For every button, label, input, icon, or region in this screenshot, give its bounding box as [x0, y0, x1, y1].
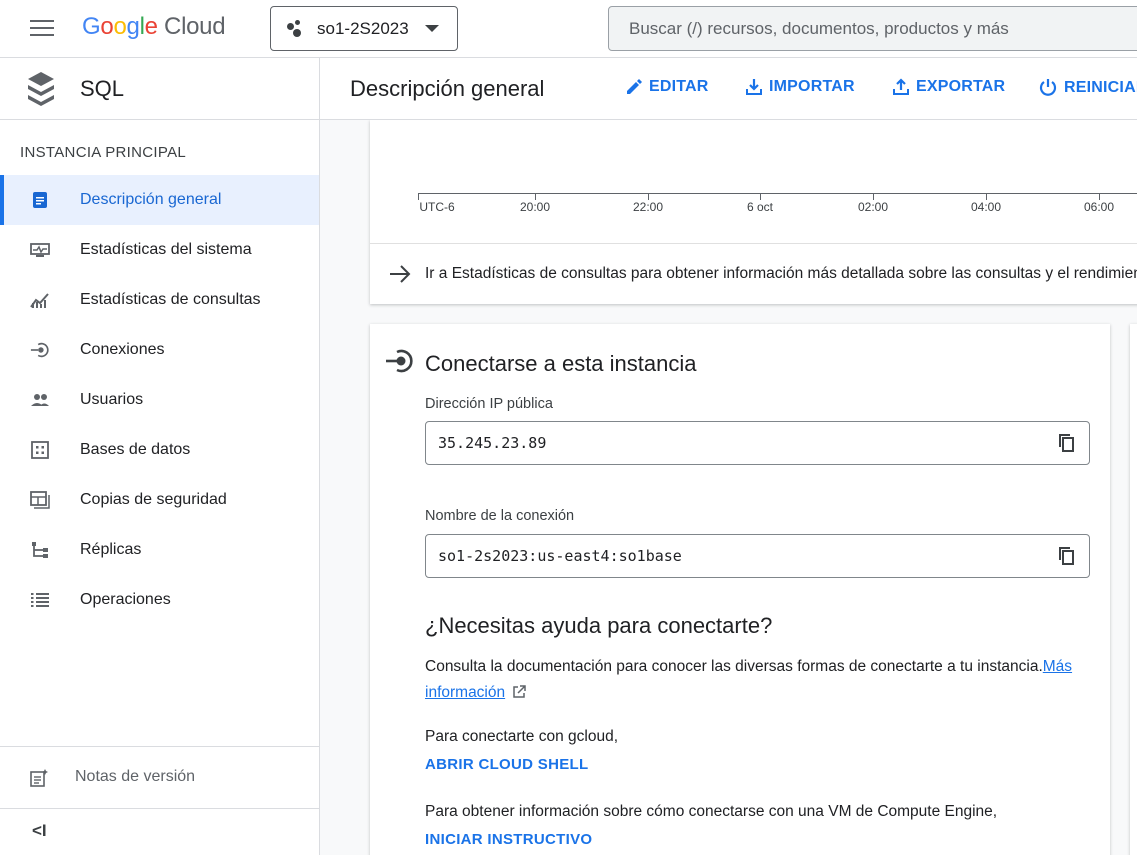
query-insights-icon — [30, 290, 50, 310]
main-content: UTC-6 20:00 22:00 6 oct 02:00 04:00 06:0… — [320, 120, 1137, 855]
sidebar-item-connections[interactable]: Conexiones — [0, 325, 319, 375]
section-label: INSTANCIA PRINCIPAL — [20, 144, 187, 161]
sidebar-item-label: Usuarios — [80, 391, 144, 408]
connections-icon — [386, 349, 413, 373]
ip-field[interactable]: 35.245.23.89 — [425, 421, 1090, 465]
axis-tick — [418, 193, 419, 200]
page-title: Descripción general — [350, 76, 545, 101]
search-input[interactable]: Buscar (/) recursos, documentos, product… — [608, 6, 1137, 51]
axis-tick — [535, 193, 536, 200]
connection-name-label: Nombre de la conexión — [425, 508, 575, 524]
monitor-icon — [30, 240, 50, 260]
top-bar: Google Cloud so1-2S2023 Buscar (/) recur… — [0, 0, 1137, 58]
copy-icon[interactable] — [1059, 434, 1075, 452]
sidebar-item-operations[interactable]: Operaciones — [0, 575, 319, 625]
ip-label: Dirección IP pública — [425, 396, 553, 412]
help-title: ¿Necesitas ayuda para conectarte? — [425, 613, 773, 638]
databases-icon — [30, 440, 50, 460]
metrics-card: UTC-6 20:00 22:00 6 oct 02:00 04:00 06:0… — [370, 120, 1137, 304]
sidebar-header: SQL — [0, 58, 319, 120]
google-cloud-logo[interactable]: Google Cloud — [82, 13, 226, 41]
backups-icon — [30, 490, 50, 510]
export-button[interactable]: EXPORTAR — [892, 78, 1005, 96]
start-tutorial-button[interactable]: INICIAR INSTRUCTIVO — [425, 831, 592, 848]
axis-tick — [1099, 193, 1100, 200]
edit-button[interactable]: EDITAR — [625, 78, 709, 96]
ip-value: 35.245.23.89 — [438, 434, 547, 452]
hamburger-menu-icon[interactable] — [30, 17, 54, 37]
sidebar-item-databases[interactable]: Bases de datos — [0, 425, 319, 475]
sidebar-item-label: Estadísticas del sistema — [80, 241, 252, 258]
axis-tick — [648, 193, 649, 200]
sidebar-item-overview[interactable]: Descripción general — [0, 175, 319, 225]
upload-icon — [893, 78, 909, 95]
help-text: Consulta la documentación para conocer l… — [425, 658, 1073, 701]
sidebar-item-replicas[interactable]: Réplicas — [0, 525, 319, 575]
sidebar-item-label: Descripción general — [80, 191, 222, 208]
chevron-down-icon — [425, 25, 439, 32]
sidebar-item-label: Estadísticas de consultas — [80, 291, 261, 308]
side-card — [1130, 324, 1137, 855]
product-title: SQL — [80, 76, 125, 101]
download-icon — [746, 79, 762, 95]
sidebar-item-system-insights[interactable]: Estadísticas del sistema — [0, 225, 319, 275]
sidebar-item-query-insights[interactable]: Estadísticas de consultas — [0, 275, 319, 325]
axis-tick — [986, 193, 987, 200]
export-label: EXPORTAR — [916, 78, 1006, 95]
arrow-right-icon — [390, 265, 411, 283]
copy-icon[interactable] — [1059, 547, 1075, 565]
release-notes-link[interactable]: Notas de versión — [0, 746, 319, 808]
import-label: IMPORTAR — [769, 78, 855, 95]
axis-tick-label: 22:00 — [632, 200, 664, 214]
sidebar-nav: Descripción general Estadísticas del sis… — [0, 175, 319, 625]
axis-tick-label: 20:00 — [519, 200, 551, 214]
replicas-icon — [30, 540, 50, 560]
power-icon — [1039, 79, 1057, 96]
open-cloud-shell-button[interactable]: ABRIR CLOUD SHELL — [425, 756, 588, 773]
connection-name-value: so1-2s2023:us-east4:so1base — [438, 547, 682, 565]
page-header: Descripción general EDITAR IMPORTAR EXPO… — [320, 58, 1137, 120]
sql-product-icon — [28, 72, 54, 106]
query-insights-link[interactable]: Ir a Estadísticas de consultas para obte… — [425, 265, 1137, 283]
edit-label: EDITAR — [649, 78, 709, 95]
pencil-icon — [627, 79, 642, 94]
release-notes-label: Notas de versión — [75, 768, 196, 785]
overview-icon — [30, 190, 50, 210]
restart-button[interactable]: REINICIAR — [1038, 78, 1137, 98]
sidebar: SQL INSTANCIA PRINCIPAL Descripción gene… — [0, 58, 320, 855]
external-link-icon[interactable] — [512, 685, 527, 699]
users-icon — [30, 390, 50, 410]
connections-icon — [30, 340, 50, 360]
gcloud-text: Para conectarte con gcloud, — [425, 728, 619, 745]
restart-label: REINICIAR — [1064, 79, 1137, 96]
vm-text: Para obtener información sobre cómo cone… — [425, 803, 998, 820]
project-name: so1-2S2023 — [317, 18, 409, 38]
collapse-sidebar-button[interactable]: <I — [0, 808, 319, 855]
sidebar-item-label: Bases de datos — [80, 441, 191, 458]
divider — [370, 243, 1137, 244]
chart-x-axis — [418, 193, 1137, 194]
connect-title: Conectarse a esta instancia — [425, 351, 697, 376]
sidebar-item-label: Copias de seguridad — [80, 491, 227, 508]
collapse-icon: <I — [32, 821, 47, 840]
sidebar-item-label: Operaciones — [80, 591, 171, 608]
axis-tick — [760, 193, 761, 200]
release-notes-icon — [30, 769, 48, 792]
connection-name-field[interactable]: so1-2s2023:us-east4:so1base — [425, 534, 1090, 578]
project-icon — [285, 19, 307, 38]
axis-tick-label: UTC-6 — [419, 200, 455, 214]
sidebar-item-backups[interactable]: Copias de seguridad — [0, 475, 319, 525]
operations-icon — [30, 590, 50, 610]
axis-tick-label: 6 oct — [746, 200, 774, 214]
sidebar-item-users[interactable]: Usuarios — [0, 375, 319, 425]
project-selector[interactable]: so1-2S2023 — [270, 6, 458, 51]
import-button[interactable]: IMPORTAR — [745, 78, 855, 96]
axis-tick-label: 06:00 — [1083, 200, 1115, 214]
sidebar-item-label: Conexiones — [80, 341, 165, 358]
connect-card: Conectarse a esta instancia Dirección IP… — [370, 324, 1110, 855]
axis-tick-label: 02:00 — [857, 200, 889, 214]
sidebar-item-label: Réplicas — [80, 541, 142, 558]
axis-tick — [873, 193, 874, 200]
axis-tick-label: 04:00 — [970, 200, 1002, 214]
